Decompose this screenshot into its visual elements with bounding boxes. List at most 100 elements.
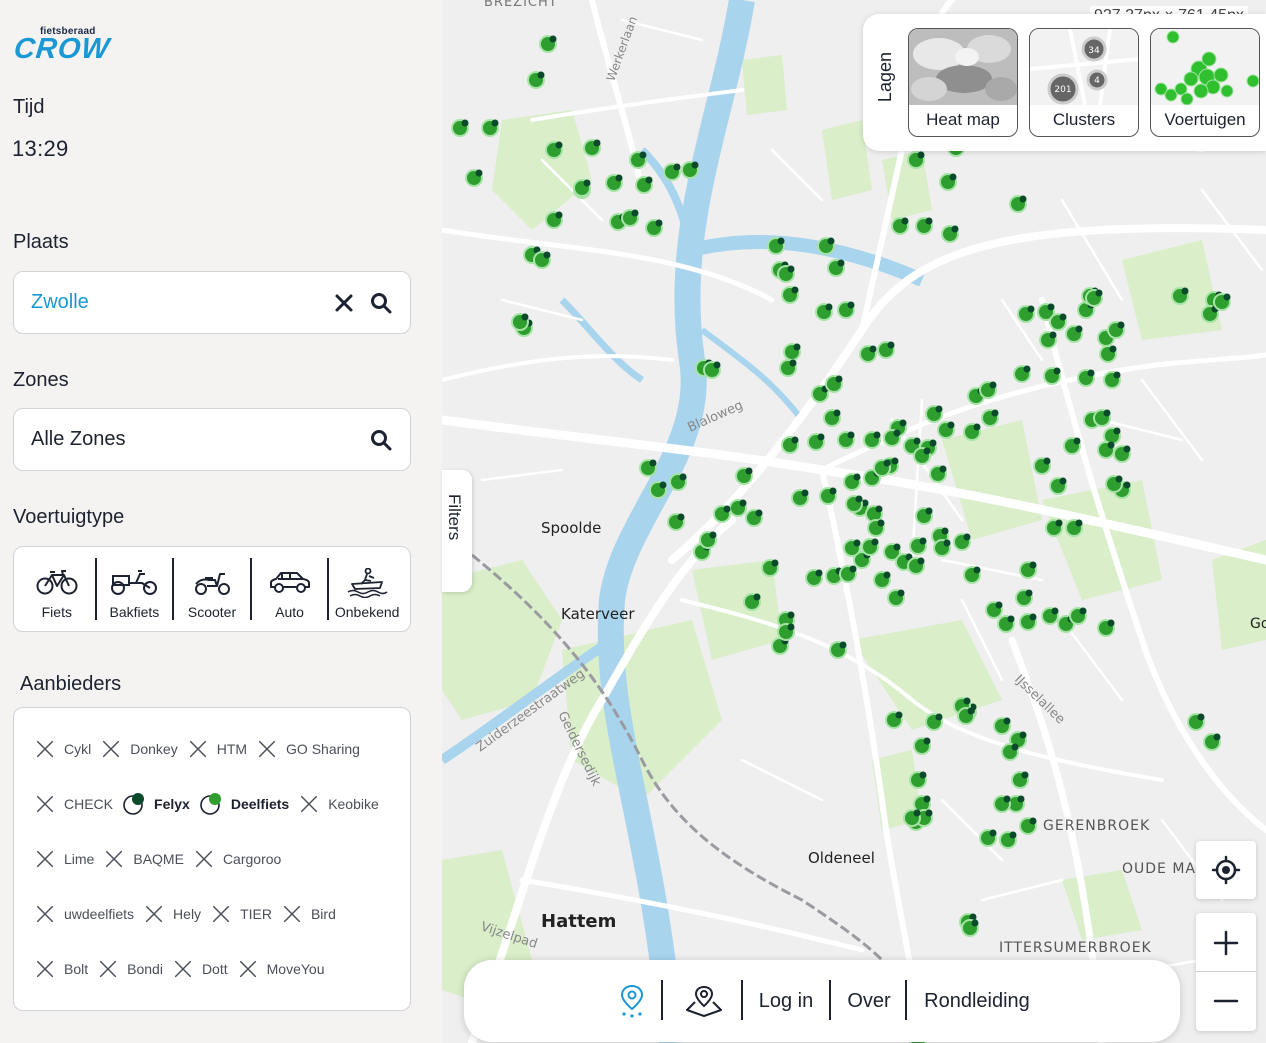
label-gerenbroek: GERENBROEK — [1043, 818, 1150, 834]
provider-off-icon — [174, 960, 192, 978]
provider-label: Cargoroo — [222, 851, 282, 867]
vehicle-marker-dot — [963, 533, 971, 541]
search-icon[interactable] — [369, 291, 393, 315]
map-pin-nav-button[interactable] — [612, 980, 652, 1022]
vehicle-marker-dot — [849, 565, 857, 573]
provider-bird[interactable]: Bird — [281, 903, 336, 925]
provider-dott[interactable]: Dott — [172, 958, 228, 980]
plus-icon — [1213, 930, 1239, 956]
provider-uwdeelfiets[interactable]: uwdeelfiets — [34, 903, 134, 925]
vehicle-marker-dot — [971, 919, 979, 927]
provider-cykl[interactable]: Cykl — [34, 738, 91, 760]
provider-tier[interactable]: TIER — [210, 903, 272, 925]
provider-label: TIER — [240, 906, 272, 922]
vehicle-marker-dot — [1103, 409, 1111, 417]
layer-voertuigen[interactable]: Voertuigen — [1150, 28, 1260, 137]
vehicle-marker-dot — [755, 509, 763, 517]
vehicle-marker-dot — [1029, 561, 1037, 569]
cargo-bike-icon — [111, 570, 158, 595]
filters-tab[interactable]: Filters — [442, 470, 472, 592]
clear-icon[interactable] — [332, 291, 356, 315]
vehicle-marker-dot — [1073, 437, 1081, 445]
provider-off-icon — [103, 740, 120, 758]
vehicle-type-bakfiets[interactable]: Bakfiets — [94, 558, 173, 620]
vehicle-type-fiets[interactable]: Fiets — [19, 558, 95, 620]
vehicle-marker-dot — [973, 423, 981, 431]
layer-clusters[interactable]: 34 201 4 Clusters — [1029, 28, 1139, 137]
vehicle-marker-dot — [1059, 313, 1067, 321]
vehicle-type-label: Voertuigtype — [13, 506, 125, 528]
vehicle-label: Bakfiets — [109, 604, 160, 620]
vehicle-marker-dot — [787, 623, 795, 631]
vehicle-marker-dot — [791, 436, 799, 444]
provider-label: MoveYou — [266, 961, 325, 977]
vehicle-marker-dot — [919, 771, 927, 779]
provider-label: CHECK — [64, 796, 114, 812]
vehicle-label: Scooter — [187, 604, 237, 620]
layers-label: Lagen — [875, 52, 895, 103]
vehicle-type-auto[interactable]: Auto — [249, 558, 328, 620]
provider-moveyou[interactable]: MoveYou — [237, 958, 325, 980]
vehicle-marker-dot — [649, 459, 657, 467]
vehicle-marker-dot — [1107, 619, 1115, 627]
vehicle-marker-dot — [753, 593, 761, 601]
vehicle-marker-dot — [639, 151, 647, 159]
zones-value[interactable]: Alle Zones — [31, 428, 126, 451]
provider-label: Donkey — [130, 741, 178, 757]
vehicle-marker-dot — [925, 217, 933, 225]
vehicle-marker-dot — [893, 429, 901, 437]
provider-label: GO Sharing — [286, 741, 360, 757]
provider-deelfiets[interactable]: Deelfiets — [199, 792, 289, 816]
zoom-out-button[interactable] — [1196, 972, 1256, 1031]
zones-nav-button[interactable] — [682, 980, 726, 1022]
provider-off-icon — [36, 850, 54, 868]
vehicle-type-scooter[interactable]: Scooter — [172, 558, 250, 620]
label-brezicht: BREZICHT — [484, 0, 558, 10]
vehicle-type-onbekend[interactable]: Onbekend — [327, 558, 405, 620]
provider-felyx[interactable]: Felyx — [122, 792, 190, 816]
vehicle-marker-dot — [787, 611, 795, 619]
provider-keobike[interactable]: Keobike — [298, 793, 379, 815]
place-label: Plaats — [13, 231, 69, 253]
provider-baqme[interactable]: BAQME — [103, 848, 184, 870]
label-spoolde: Spoolde — [541, 519, 601, 537]
zoom-in-button[interactable] — [1196, 913, 1256, 972]
crow-logo[interactable]: fietsberaad CROW — [12, 26, 126, 65]
zones-field[interactable]: Alle Zones — [13, 408, 411, 471]
provider-label: Deelfiets — [230, 796, 290, 812]
about-button[interactable]: Over — [842, 980, 896, 1022]
zones-search-icon[interactable] — [369, 428, 393, 452]
place-value[interactable]: Zwolle — [31, 291, 89, 314]
vehicle-marker-dot — [1003, 717, 1011, 725]
provider-off-icon — [258, 740, 276, 758]
provider-hely[interactable]: Hely — [143, 903, 201, 925]
divider — [741, 980, 743, 1020]
provider-off-icon — [145, 905, 163, 923]
locate-me-button[interactable] — [1196, 841, 1256, 899]
provider-go-sharing[interactable]: GO Sharing — [256, 738, 360, 760]
zones-label: Zones — [13, 369, 69, 391]
provider-check[interactable]: CHECK — [34, 793, 113, 815]
provider-donkey[interactable]: Donkey — [100, 738, 178, 760]
label-hattem: Hattem — [541, 911, 616, 932]
vehicle-marker-dot — [973, 566, 981, 574]
layer-heatmap[interactable]: Heat map — [908, 28, 1018, 137]
provider-bolt[interactable]: Bolt — [34, 958, 88, 980]
provider-bondi[interactable]: Bondi — [97, 958, 163, 980]
map-location-icon — [686, 985, 722, 1017]
provider-lime[interactable]: Lime — [34, 848, 94, 870]
map[interactable]: Spoolde Katerveer Oldeneel Hattem GERENB… — [442, 0, 1266, 1043]
place-field[interactable]: Zwolle — [13, 271, 411, 334]
vehicle-marker-dot — [1095, 289, 1103, 297]
cluster-count: 201 — [1054, 85, 1071, 95]
provider-cargoroo[interactable]: Cargoroo — [193, 848, 281, 870]
provider-htm[interactable]: HTM — [187, 738, 247, 760]
login-button[interactable]: Log in — [754, 980, 818, 1022]
provider-off-icon — [36, 905, 54, 923]
map-canvas[interactable]: Spoolde Katerveer Oldeneel Hattem GERENB… — [442, 0, 1266, 1043]
tour-button[interactable]: Rondleiding — [920, 980, 1034, 1022]
unknown-vehicle-icon — [347, 568, 388, 598]
logo-title: CROW — [12, 33, 112, 65]
providers-row: CHECK Felyx Deelfiets Keobike — [34, 789, 388, 819]
layers-panel: Lagen Heat map 34 201 4 Clusters Voertui… — [863, 14, 1266, 151]
